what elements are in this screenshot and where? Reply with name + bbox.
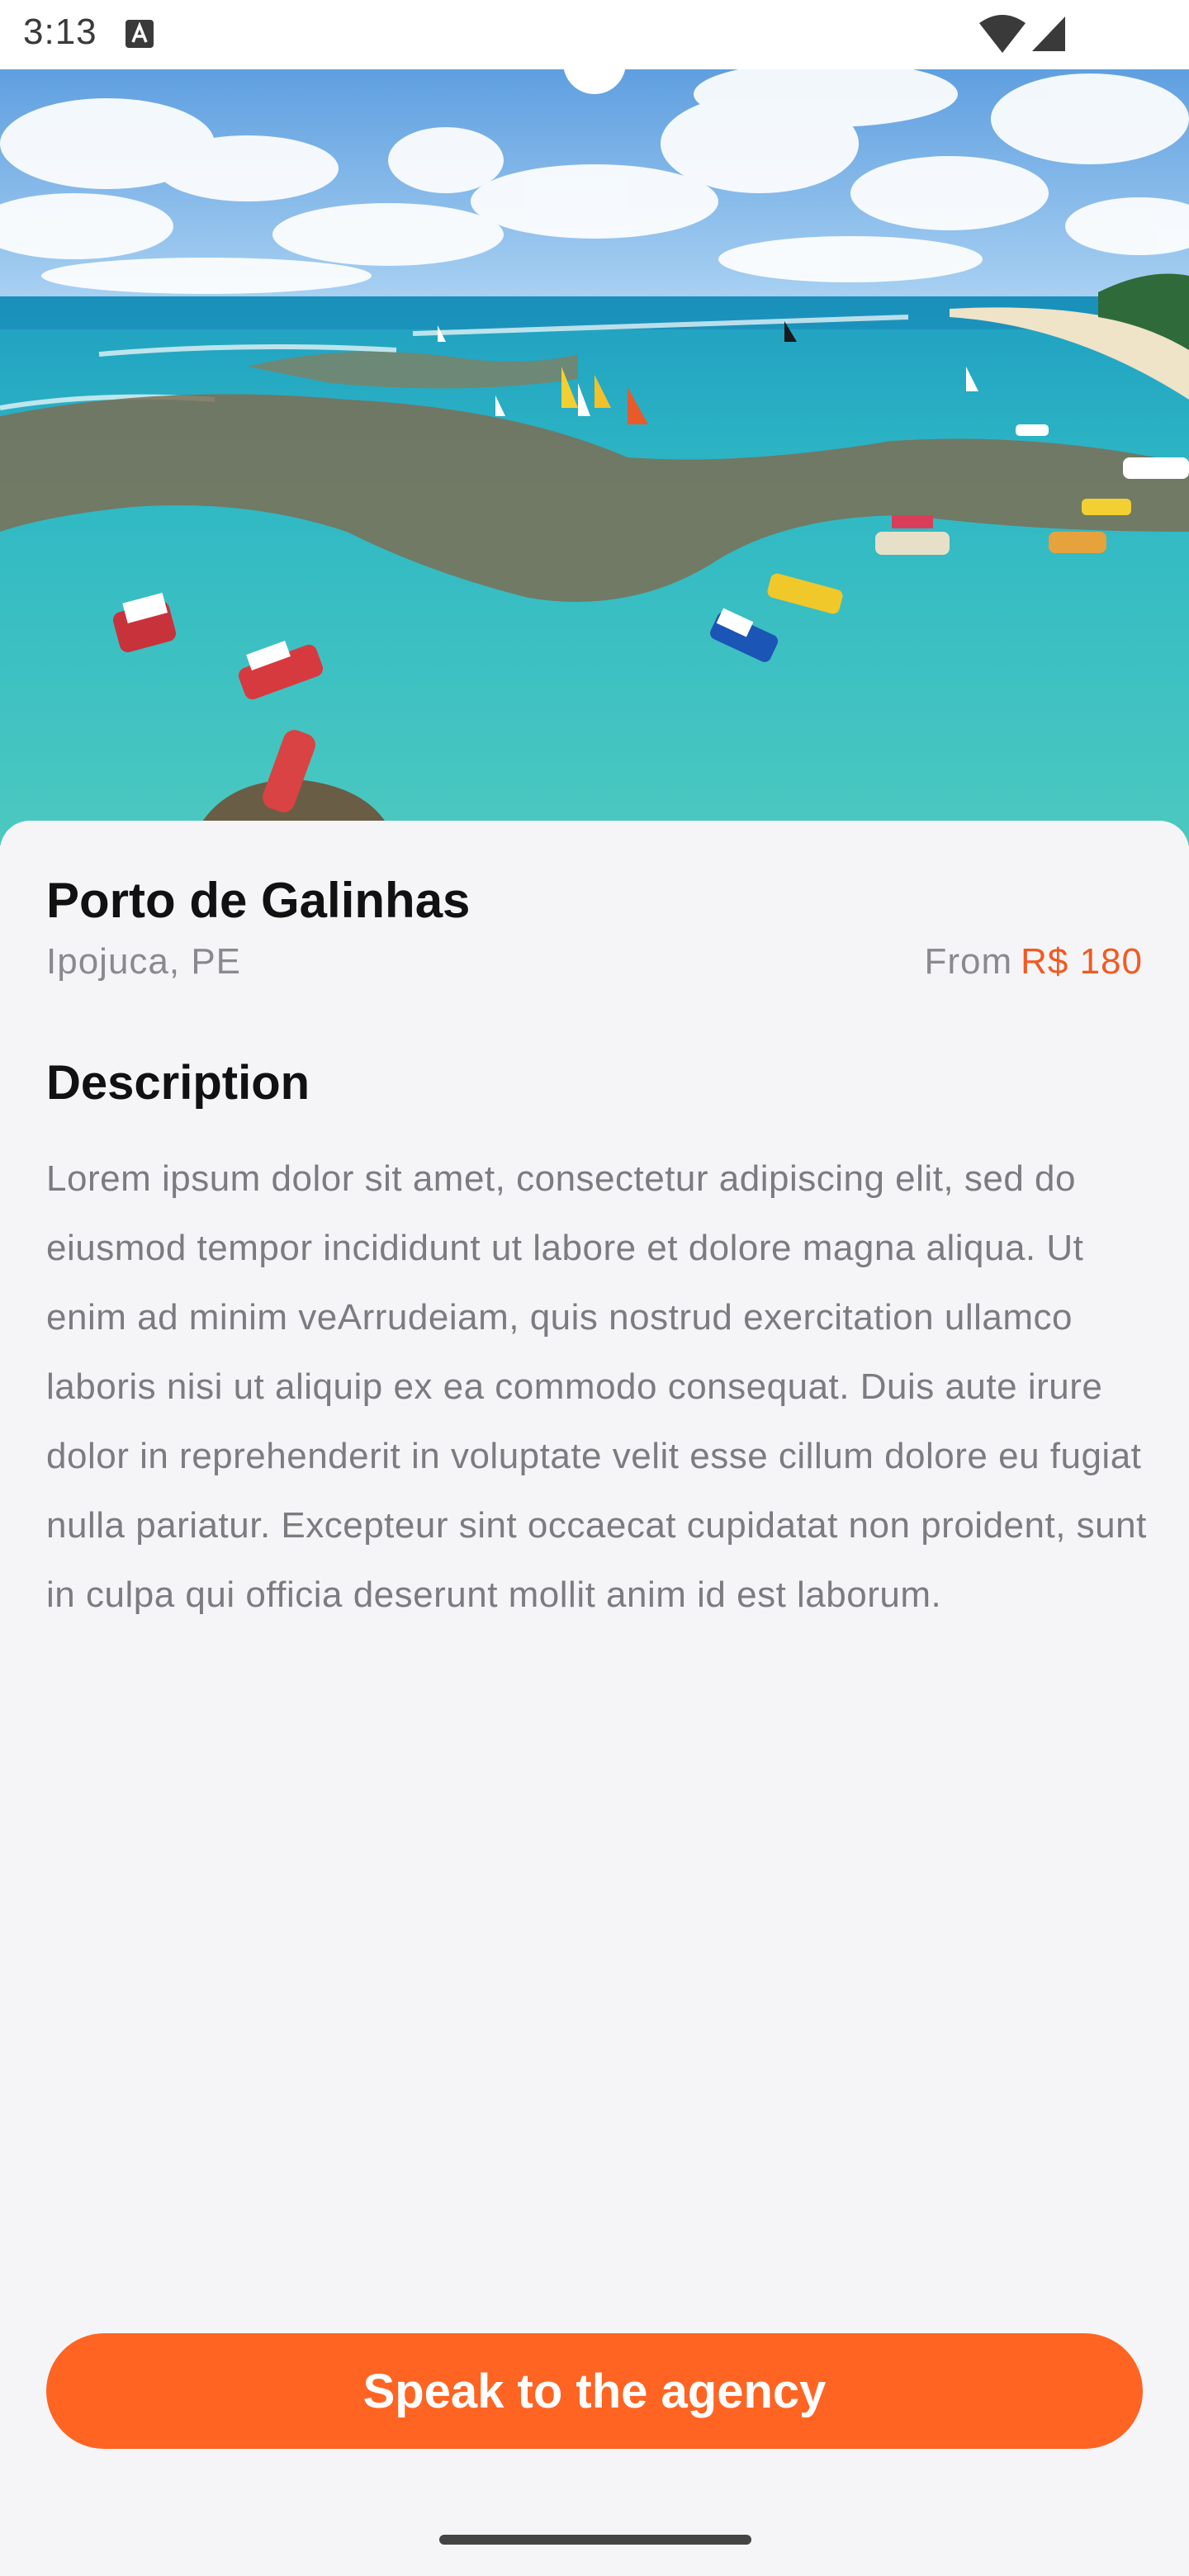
details-sheet: Porto de Galinhas Ipojuca, PE From R$ 180…	[0, 821, 1189, 2576]
destination-detail-screen: 3:13 Porto de Galinhas Ipojuca, PE From …	[0, 0, 1189, 2576]
wifi-icon	[979, 15, 1026, 53]
signal-icon	[1032, 17, 1065, 51]
speak-to-agency-button[interactable]: Speak to the agency	[46, 2333, 1143, 2449]
price-info: From R$ 180	[924, 941, 1143, 983]
beach-aerial-image	[0, 69, 1189, 845]
home-indicator[interactable]	[439, 2535, 751, 2545]
description-heading: Description	[46, 1056, 310, 1110]
price-prefix: From	[924, 941, 1013, 982]
price-value: R$ 180	[1021, 941, 1143, 982]
status-time: 3:13	[23, 12, 97, 52]
description-text: Lorem ipsum dolor sit amet, consectetur …	[46, 1158, 1147, 1615]
place-location: Ipojuca, PE	[46, 941, 242, 982]
place-title: Porto de Galinhas	[46, 873, 471, 928]
text-a-icon	[126, 20, 154, 48]
